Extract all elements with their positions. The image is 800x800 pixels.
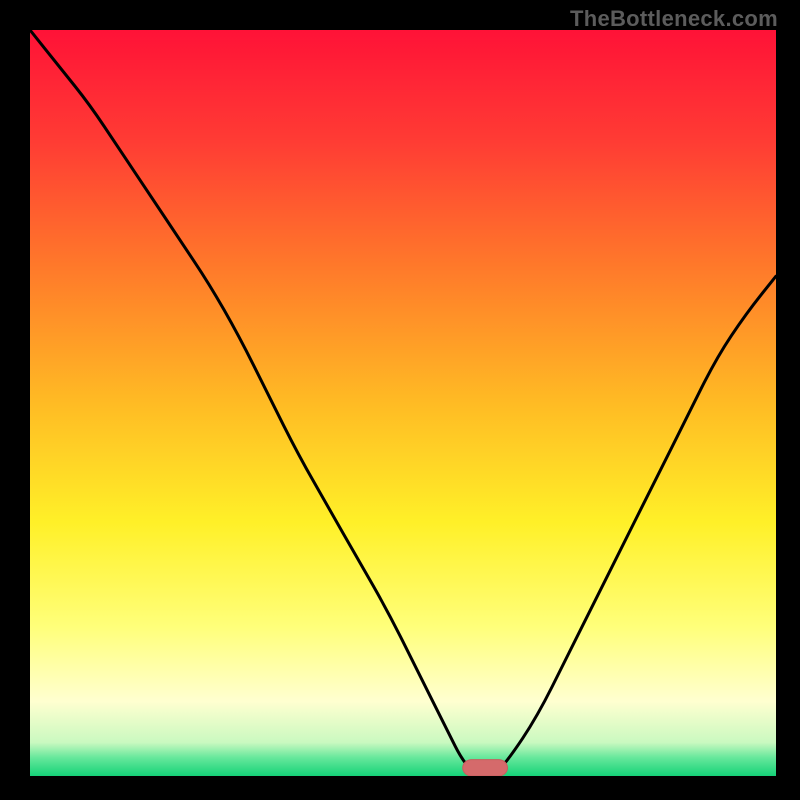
optimal-marker	[463, 760, 508, 776]
chart-root: TheBottleneck.com	[0, 0, 800, 800]
watermark-text: TheBottleneck.com	[570, 6, 778, 32]
plot-area	[30, 30, 776, 776]
gradient-background	[30, 30, 776, 776]
bottleneck-plot	[30, 30, 776, 776]
